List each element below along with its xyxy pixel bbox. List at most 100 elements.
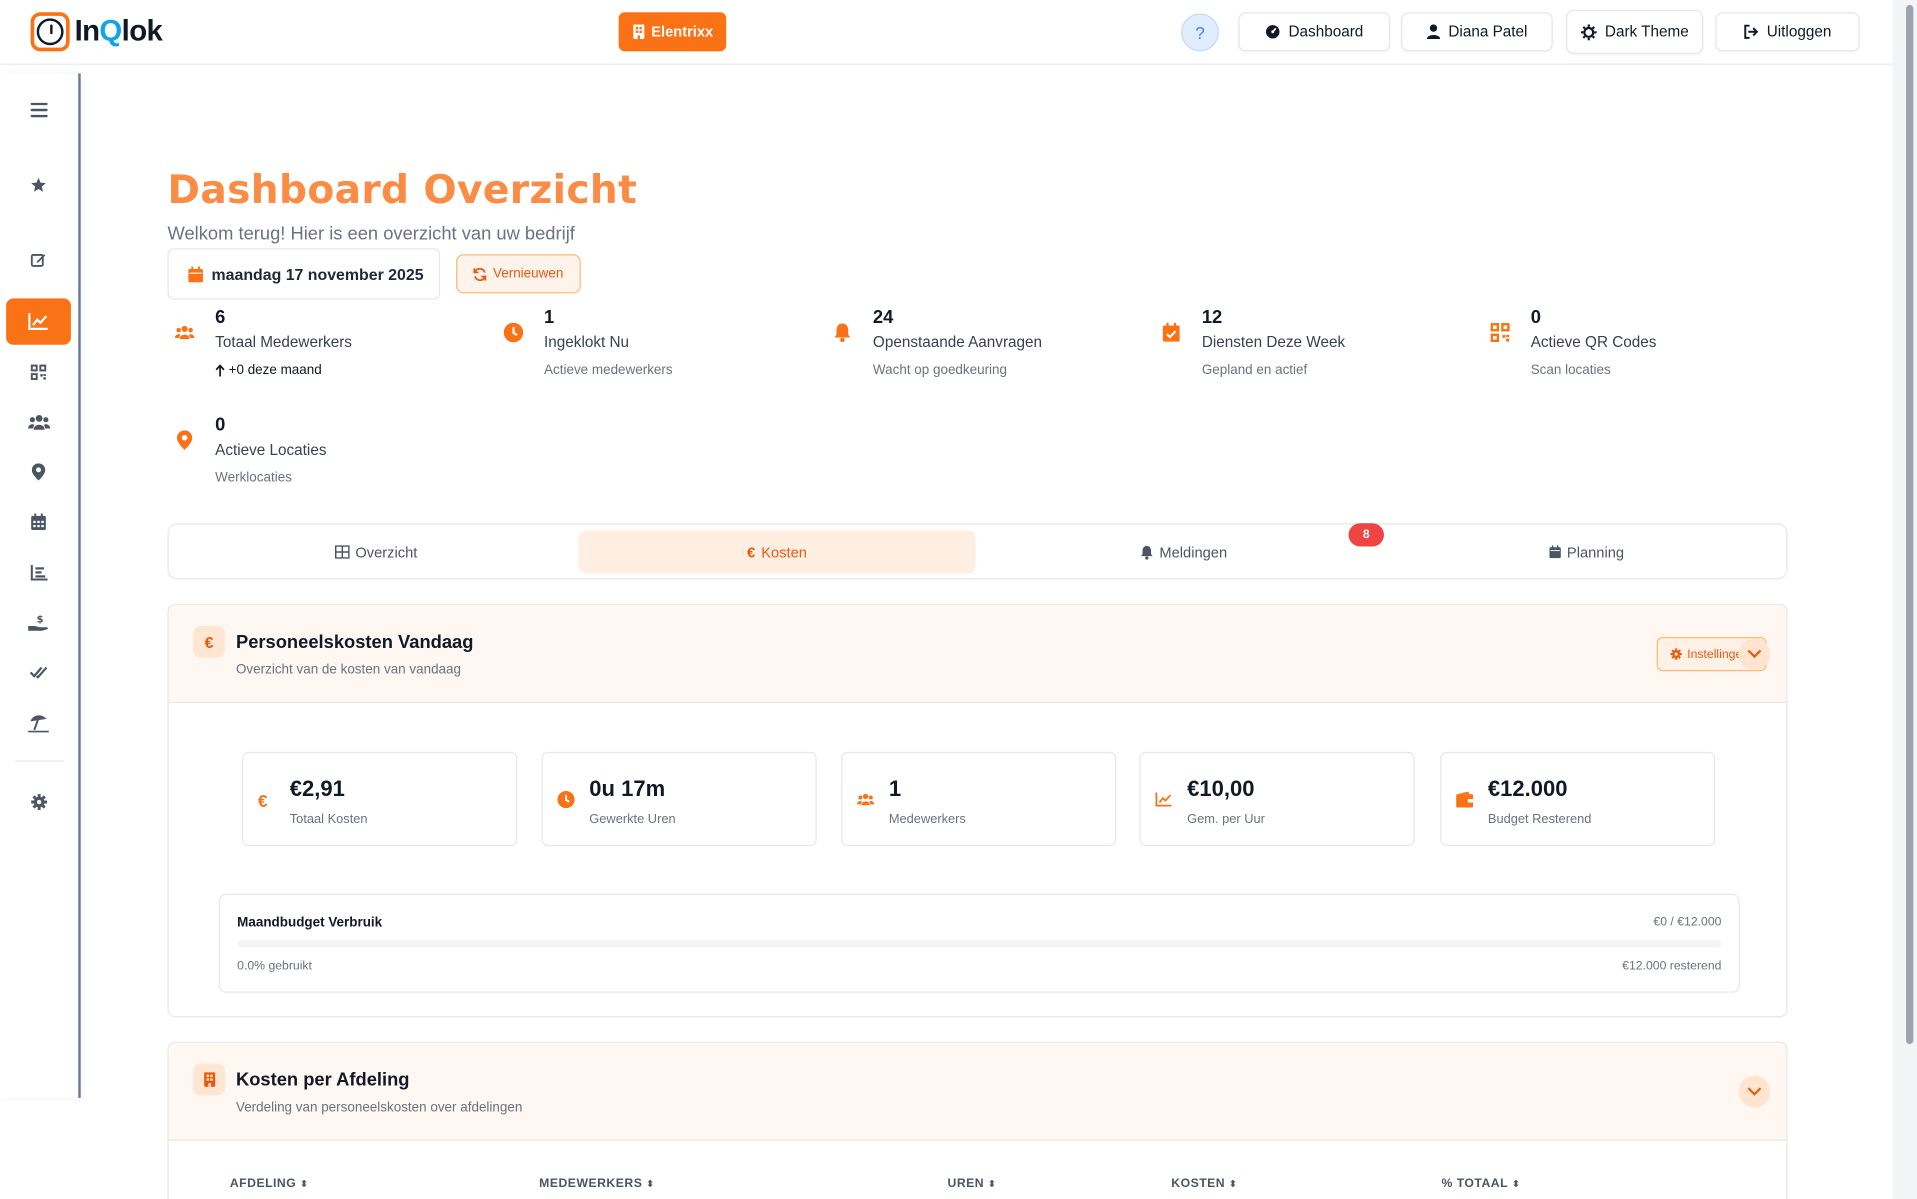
sidebar-item-qr-codes[interactable] [6, 348, 71, 394]
clock-logo-icon [30, 12, 70, 52]
double-check-icon [29, 666, 47, 679]
tab-costs[interactable]: € Kosten [578, 530, 976, 574]
metric-worked-hours: 0u 17m Gewerkte Uren [541, 751, 817, 847]
metric-avg-per-hour: €10,00 Gem. per Uur [1139, 751, 1415, 847]
arrow-up-icon [215, 364, 225, 377]
stat-sub: Wacht op goedkeuring [872, 363, 1008, 378]
euro-icon: € [257, 791, 268, 811]
sidebar-item-calendar[interactable] [6, 499, 71, 545]
date-text: maandag 17 november 2025 [211, 264, 424, 284]
company-button[interactable]: Elentrixx [618, 12, 727, 52]
euro-icon: € [746, 543, 756, 561]
tab-label: Planning [1566, 543, 1625, 561]
scrollbar-thumb[interactable] [1906, 4, 1914, 1045]
app-name: InQlok [74, 14, 163, 48]
collapse-toggle[interactable] [1738, 638, 1771, 670]
column-header-employees[interactable]: MEDEWERKERS ⬍ [539, 1177, 655, 1190]
stat-label: Openstaande Aanvragen [872, 333, 1043, 351]
metric-value: 1 [888, 776, 902, 801]
metric-value: €12.000 [1487, 776, 1568, 801]
stat-sub: Actieve medewerkers [544, 363, 673, 378]
sun-gear-icon [1580, 23, 1597, 40]
users-icon [857, 793, 875, 806]
location-pin-icon [31, 463, 46, 481]
stat-value: 24 [872, 306, 894, 328]
sidebar-item-employees[interactable] [6, 399, 71, 445]
sidebar-item-analytics[interactable] [6, 298, 71, 345]
sidebar-item-favorites[interactable] [6, 161, 71, 207]
building-icon [632, 24, 644, 40]
users-icon [27, 414, 50, 430]
metric-label: Budget Resterend [1487, 811, 1592, 827]
sort-icon: ⬍ [1511, 1178, 1521, 1190]
metric-label: Gewerkte Uren [589, 811, 676, 827]
gear-icon [1670, 648, 1682, 660]
monthly-budget-panel: Maandbudget Verbruik €0 / €12.000 0.0% g… [218, 893, 1740, 993]
column-label: KOSTEN [1171, 1177, 1226, 1191]
company-name: Elentrixx [651, 23, 714, 41]
user-menu-button[interactable]: Diana Patel [1401, 12, 1553, 52]
budget-title: Maandbudget Verbruik [237, 915, 383, 931]
stat-value: 1 [544, 306, 555, 328]
sidebar-item-leave[interactable] [6, 699, 71, 745]
collapse-toggle[interactable] [1738, 1075, 1771, 1108]
sidebar-item-reports[interactable] [6, 549, 71, 595]
sidebar-toggle-button[interactable] [6, 87, 71, 133]
metric-label: Gem. per Uur [1187, 811, 1265, 827]
sort-icon: ⬍ [987, 1178, 997, 1190]
gauge-icon [1265, 25, 1280, 39]
costs-today-header[interactable]: € Personeelskosten Vandaag Overzicht van… [168, 605, 1787, 703]
dashboard-button[interactable]: Dashboard [1238, 12, 1391, 52]
budget-remaining: €12.000 resterend [1622, 959, 1722, 974]
metric-total-costs: € €2,91 Totaal Kosten [242, 751, 518, 847]
stat-label: Ingeklokt Nu [544, 333, 630, 351]
stat-label: Diensten Deze Week [1201, 333, 1346, 351]
dept-costs-header[interactable]: Kosten per Afdeling Verdeling van person… [168, 1042, 1787, 1141]
page-scrollbar[interactable] [1892, 0, 1917, 1199]
tab-label: Kosten [761, 543, 807, 561]
column-header-department[interactable]: AFDELING ⬍ [230, 1177, 309, 1190]
stat-label: Actieve QR Codes [1530, 333, 1657, 351]
location-pin-icon [176, 430, 193, 450]
dashboard-button-label: Dashboard [1288, 23, 1364, 41]
budget-amount: €0 / €12.000 [1653, 915, 1722, 930]
logout-button[interactable]: Uitloggen [1715, 12, 1860, 52]
sidebar-item-payroll[interactable]: $ [6, 599, 71, 645]
column-header-percent-total[interactable]: % TOTAAL ⬍ [1441, 1177, 1520, 1190]
bell-icon [1141, 545, 1153, 560]
help-button[interactable]: ? [1181, 13, 1219, 52]
beach-umbrella-icon [28, 714, 49, 732]
qr-code-icon [30, 363, 47, 380]
notifications-badge: 8 [1348, 523, 1384, 547]
stat-sub: Werklocaties [215, 470, 292, 486]
sidebar-item-locations[interactable] [6, 449, 71, 495]
date-display: maandag 17 november 2025 [167, 248, 441, 300]
stat-value: 0 [1530, 306, 1541, 328]
logout-label: Uitloggen [1766, 23, 1832, 41]
calendar-icon [188, 265, 203, 282]
tab-overview[interactable]: Overzicht [177, 531, 574, 574]
stat-sub: Gepland en actief [1201, 363, 1308, 378]
column-header-hours[interactable]: UREN ⬍ [948, 1177, 997, 1190]
sidebar-item-edit[interactable] [6, 236, 71, 282]
tab-planning[interactable]: Planning [1388, 531, 1785, 574]
app-logo[interactable]: InQlok [30, 12, 163, 52]
refresh-button[interactable]: Vernieuwen [456, 254, 581, 294]
metric-value: €10,00 [1187, 776, 1255, 801]
refresh-icon [473, 267, 487, 281]
card-subtitle: Verdeling van personeelskosten over afde… [235, 1100, 523, 1116]
logout-icon [1744, 24, 1759, 39]
sidebar-item-settings[interactable] [6, 779, 71, 825]
dashboard-tabs: Overzicht € Kosten Meldingen Planning [167, 523, 1788, 580]
costs-today-card: € Personeelskosten Vandaag Overzicht van… [167, 603, 1788, 1018]
metric-employees: 1 Medewerkers [841, 751, 1117, 847]
tab-notifications[interactable]: Meldingen [985, 531, 1382, 574]
metric-budget-remaining: €12.000 Budget Resterend [1440, 751, 1716, 847]
sort-icon: ⬍ [299, 1178, 309, 1190]
metric-value: €2,91 [289, 776, 345, 801]
column-label: AFDELING [229, 1177, 297, 1191]
column-header-costs[interactable]: KOSTEN ⬍ [1171, 1177, 1237, 1190]
theme-toggle-button[interactable]: Dark Theme [1566, 9, 1704, 54]
sidebar-item-approvals[interactable] [6, 649, 71, 695]
edit-icon [30, 253, 46, 267]
